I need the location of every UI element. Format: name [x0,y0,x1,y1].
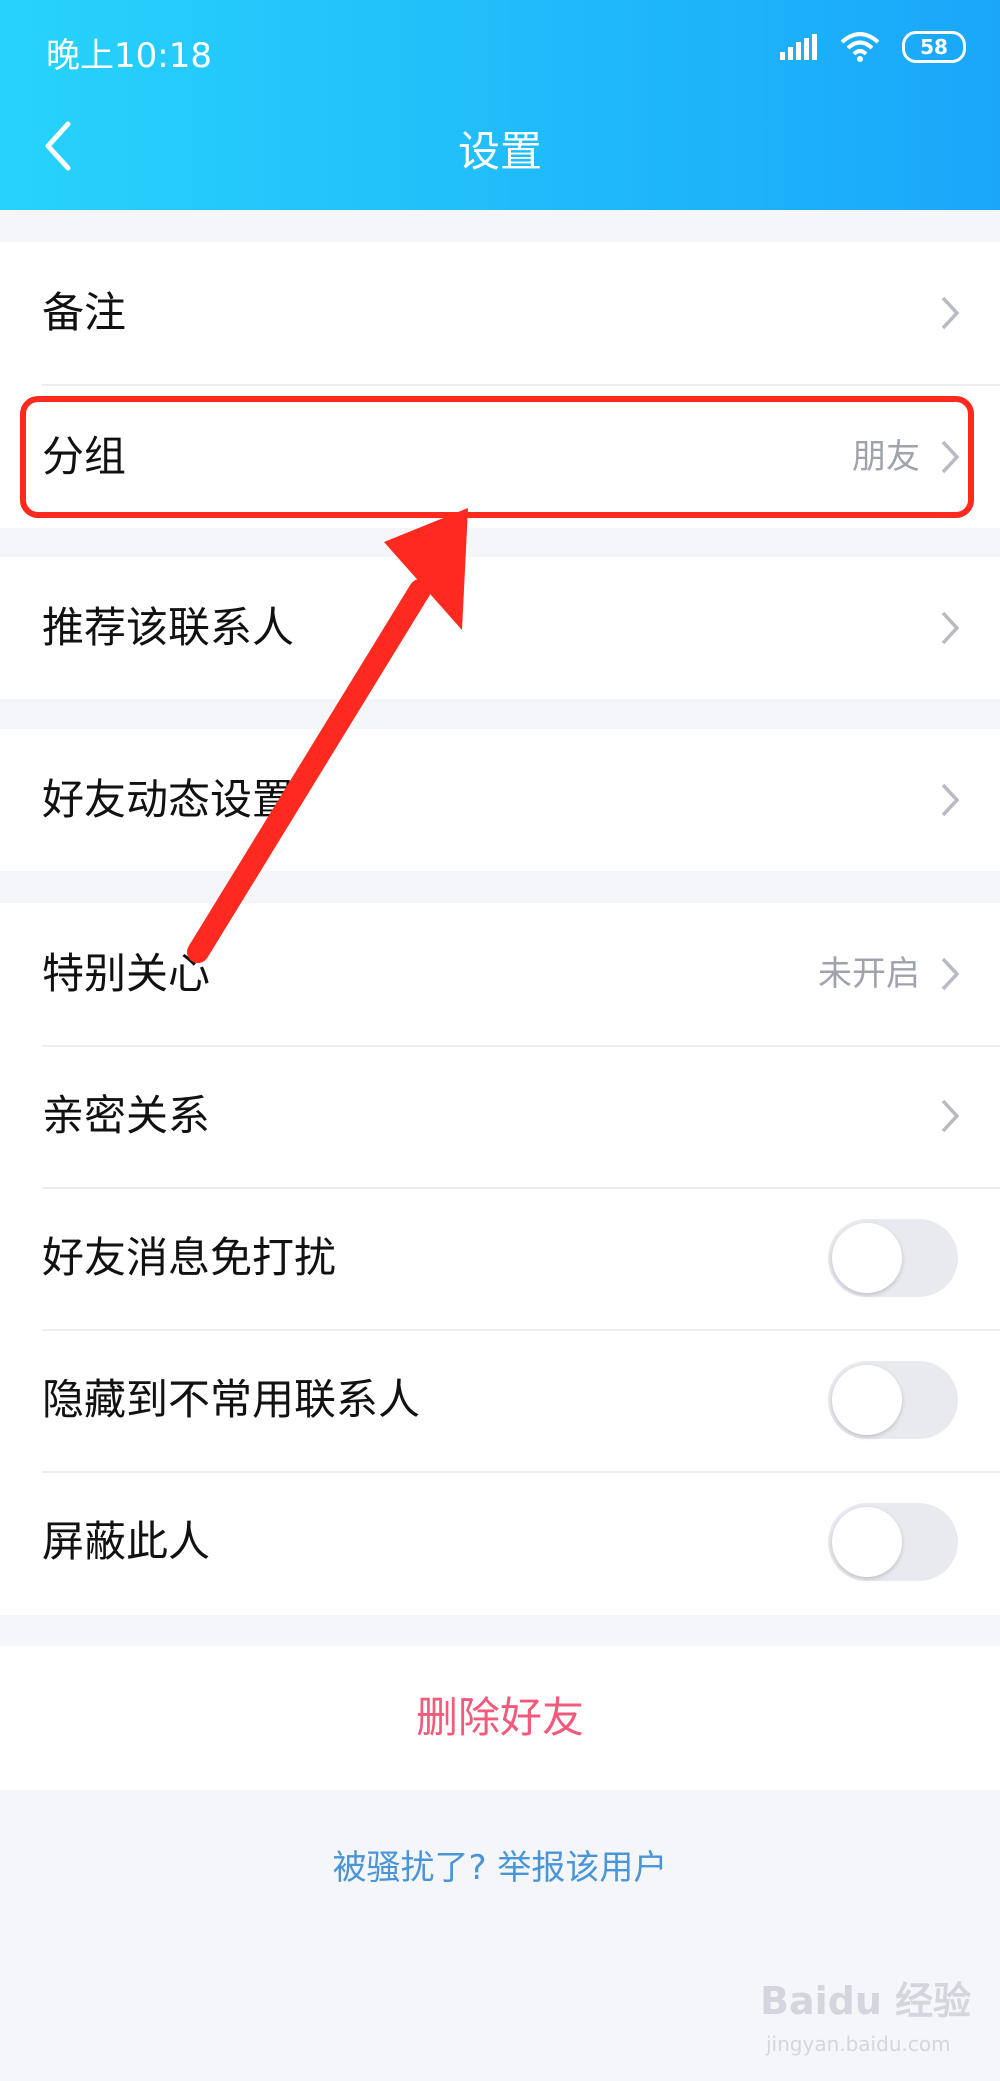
chevron-right-icon [941,957,960,991]
chevron-right-icon [941,1099,960,1133]
mute-toggle[interactable] [828,1219,958,1297]
signal-icon [780,34,817,60]
row-label: 备注 [42,288,127,337]
chevron-right-icon [941,296,960,330]
annotation-highlight-box [20,396,974,518]
chevron-right-icon [941,611,960,645]
settings-row-mute: 好友消息免打扰 [0,1187,1000,1329]
toggle-knob [832,1365,902,1435]
row-value: 未开启 [818,954,920,994]
toggle-knob [832,1507,902,1577]
delete-friend-button[interactable]: 删除好友 [0,1646,1000,1790]
settings-row-intimacy[interactable]: 亲密关系 [0,1045,1000,1187]
row-label: 隐藏到不常用联系人 [42,1375,421,1424]
settings-row-special-care[interactable]: 特别关心 未开启 [0,903,1000,1045]
settings-row-remark[interactable]: 备注 [0,242,1000,384]
status-icons: 58 [780,28,966,66]
settings-group-3: 好友动态设置 [0,729,1000,871]
settings-row-block: 屏蔽此人 [0,1471,1000,1613]
row-label: 推荐该联系人 [42,603,295,652]
hide-toggle[interactable] [828,1361,958,1439]
wifi-icon [840,32,880,62]
row-label: 特别关心 [42,949,211,998]
chevron-right-icon [941,783,960,817]
watermark-brand: Baidu 经验 [760,1979,972,2023]
row-label: 好友消息免打扰 [42,1233,337,1282]
watermark-url: jingyan.baidu.com [766,2032,951,2056]
battery-indicator: 58 [902,31,966,63]
row-label: 屏蔽此人 [42,1517,211,1566]
settings-group-2: 推荐该联系人 [0,557,1000,699]
page-title: 设置 [457,127,542,176]
settings-row-hide: 隐藏到不常用联系人 [0,1329,1000,1471]
status-time: 晚上10:18 [46,36,212,76]
row-label: 好友动态设置 [42,775,295,824]
toggle-knob [832,1223,902,1293]
row-label: 亲密关系 [42,1091,211,1140]
app-header: 晚上10:18 58 设置 [0,0,1000,210]
settings-row-moments[interactable]: 好友动态设置 [0,729,1000,871]
delete-group: 删除好友 [0,1646,1000,1790]
settings-group-4: 特别关心 未开启 亲密关系 好友消息免打扰 隐藏到不常用联系人 屏蔽此人 [0,903,1000,1615]
settings-row-recommend[interactable]: 推荐该联系人 [0,557,1000,699]
block-toggle[interactable] [828,1503,958,1581]
report-user-link[interactable]: 被骚扰了? 举报该用户 [0,1840,1000,1889]
